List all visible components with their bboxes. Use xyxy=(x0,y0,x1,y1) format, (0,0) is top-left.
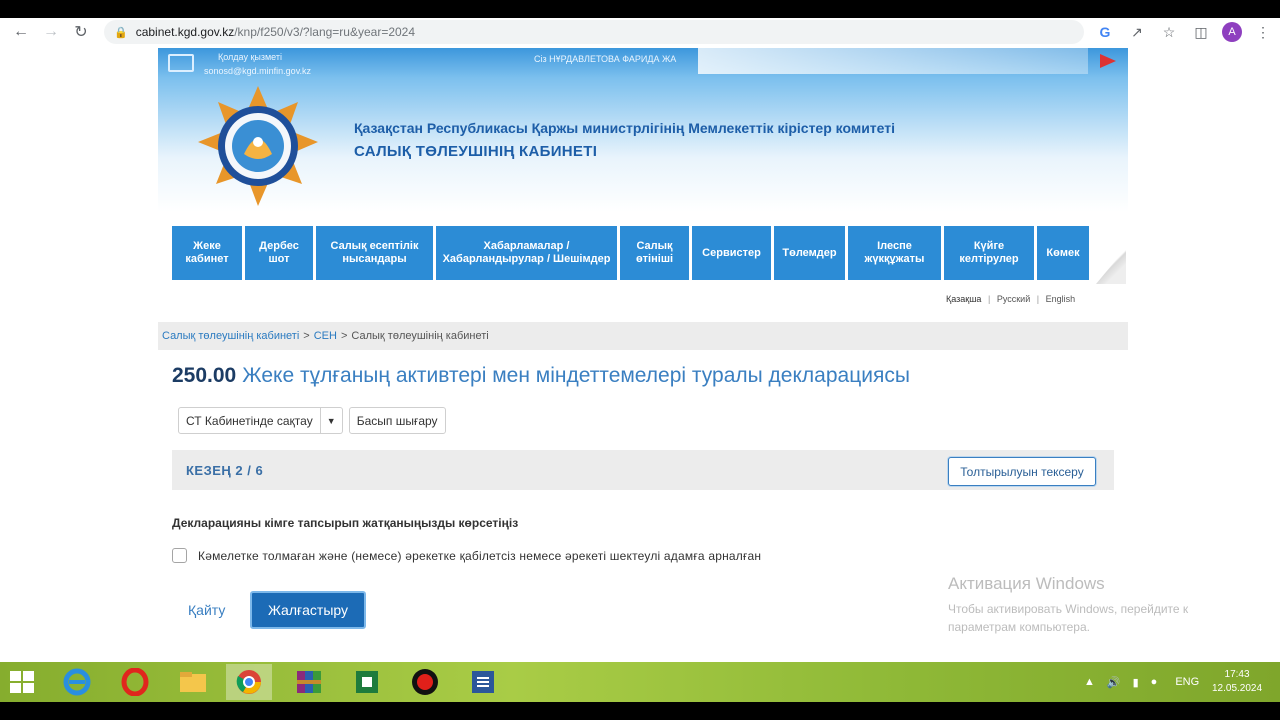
menu-item-services[interactable]: Сервистер xyxy=(692,226,771,280)
page-content: Қолдау қызметі sonosd@kgd.minfin.gov.kz … xyxy=(0,46,1280,662)
back-arrow-icon[interactable]: ← xyxy=(6,18,36,46)
tray-chevron-up-icon[interactable]: ▲ xyxy=(1084,676,1095,688)
winrar-icon[interactable] xyxy=(286,664,332,700)
support-title: Қолдау қызметі xyxy=(218,52,283,62)
menu-item-payments[interactable]: Төлемдер xyxy=(774,226,845,280)
watermark-line2: параметрам компьютера. xyxy=(948,620,1090,634)
lang-russian[interactable]: Русский xyxy=(997,294,1030,304)
form-actions: СТ Кабинетінде сақтау ▼ Басып шығару xyxy=(178,407,446,434)
back-link[interactable]: Қайту xyxy=(188,602,225,618)
menu-item-notifications[interactable]: Хабарламалар / Хабарландырулар / Шешімде… xyxy=(436,226,617,280)
screen-recorder-icon[interactable] xyxy=(402,664,448,700)
minor-checkbox[interactable] xyxy=(172,548,187,563)
menu-item-personal-account[interactable]: Дербес шот xyxy=(245,226,313,280)
breadcrumb-separator: > xyxy=(340,330,348,342)
page-title: 250.00 Жеке тұлғаның активтері мен міндет… xyxy=(172,364,910,388)
windows-taskbar: ▲ 🔊 ▮ ● ENG 17:43 12.05.2024 xyxy=(0,662,1280,702)
site-container: Қолдау қызметі sonosd@kgd.minfin.gov.kz … xyxy=(158,48,1128,662)
internet-explorer-icon[interactable] xyxy=(54,664,100,700)
clock-date: 12.05.2024 xyxy=(1212,683,1263,694)
continue-button[interactable]: Жалғастыру xyxy=(250,591,366,629)
committee-title: Қазақстан Республикасы Қаржы министрлігі… xyxy=(354,120,896,136)
word-icon[interactable] xyxy=(460,664,506,700)
support-info: Қолдау қызметі sonosd@kgd.minfin.gov.kz xyxy=(204,50,311,78)
url-host: cabinet.kgd.gov.kz xyxy=(135,25,235,39)
forward-arrow-icon[interactable]: → xyxy=(36,18,66,46)
share-icon[interactable]: ↗ xyxy=(1126,21,1148,43)
menu-item-tax-application[interactable]: Салық өтініші xyxy=(620,226,689,280)
reload-icon[interactable]: ↻ xyxy=(66,18,96,46)
watermark-title: Активация Windows xyxy=(948,574,1105,593)
windows-activation-watermark: Активация Windows Чтобы активировать Win… xyxy=(948,574,1188,636)
stage-bar: КЕЗЕҢ 2 / 6 Толтырылуын тексеру xyxy=(172,450,1114,490)
google-icon[interactable]: G xyxy=(1094,21,1116,43)
url-path: /knp/f250/v3/?lang=ru&year=2024 xyxy=(234,25,416,39)
save-button[interactable]: СТ Кабинетінде сақтау xyxy=(178,407,321,434)
taskbar-clock[interactable]: 17:43 12.05.2024 xyxy=(1212,668,1262,696)
windows-start-icon[interactable] xyxy=(10,671,34,693)
minor-checkbox-row: Кәмелетке толмаған және (немесе) әрекетк… xyxy=(172,548,761,563)
user-name: Сіз НҰРДАВЛЕТОВА ФАРИДА ЖА xyxy=(534,54,677,64)
menu-item-settings[interactable]: Күйге келтірулер xyxy=(944,226,1034,280)
recipient-question: Декларацияны кімге тапсырып жатқаныңызды… xyxy=(172,516,519,530)
top-letterbox xyxy=(0,0,1280,18)
address-bar[interactable]: 🔒 cabinet.kgd.gov.kz/knp/f250/v3/?lang=r… xyxy=(104,20,1084,44)
header-titles: Қазақстан Республикасы Қаржы министрлігі… xyxy=(354,120,895,160)
breadcrumb-sen[interactable]: СЕН xyxy=(314,330,337,342)
input-language[interactable]: ENG xyxy=(1175,676,1199,688)
opera-browser-icon[interactable] xyxy=(112,664,158,700)
site-header: Қолдау қызметі sonosd@kgd.minfin.gov.kz … xyxy=(158,48,1128,212)
breadcrumb-cabinet[interactable]: Салық төлеушінің кабинеті xyxy=(162,330,299,342)
mail-icon[interactable] xyxy=(168,54,194,72)
file-explorer-icon[interactable] xyxy=(170,664,216,700)
form-code: 250.00 xyxy=(172,364,237,387)
watermark-line1: Чтобы активировать Windows, перейдите к xyxy=(948,602,1189,616)
system-tray: ▲ 🔊 ▮ ● ENG xyxy=(1084,662,1199,702)
volume-icon[interactable]: 🔊 xyxy=(1107,676,1121,689)
support-email[interactable]: sonosd@kgd.minfin.gov.kz xyxy=(204,64,311,78)
stage-indicator: КЕЗЕҢ 2 / 6 xyxy=(186,463,264,478)
page-curl-decoration xyxy=(1096,248,1126,284)
menu-item-waybill[interactable]: Ілеспе жүкқұжаты xyxy=(848,226,941,280)
lock-icon: 🔒 xyxy=(114,26,128,39)
excel-icon[interactable] xyxy=(344,664,390,700)
menu-item-help[interactable]: Көмек xyxy=(1037,226,1089,280)
minor-checkbox-label[interactable]: Кәмелетке толмаған және (немесе) әрекетк… xyxy=(198,549,761,563)
header-top-row: Қолдау қызметі sonosd@kgd.minfin.gov.kz … xyxy=(158,48,1128,80)
network-signal-icon[interactable]: ▮ xyxy=(1133,676,1139,689)
bottom-letterbox xyxy=(0,702,1280,720)
print-button[interactable]: Басып шығару xyxy=(348,407,446,434)
exit-flag-icon[interactable] xyxy=(1100,54,1116,68)
location-pin-icon[interactable]: ● xyxy=(1151,676,1158,688)
menu-item-tax-forms[interactable]: Салық есептілік нысандары xyxy=(316,226,433,280)
lang-english[interactable]: English xyxy=(1046,294,1076,304)
breadcrumb: Салық төлеушінің кабинеті > СЕН > Салық … xyxy=(158,322,1128,350)
emblem-logo-icon xyxy=(198,86,318,206)
lang-separator: | xyxy=(987,294,991,304)
breadcrumb-separator: > xyxy=(303,330,310,342)
check-completion-button[interactable]: Толтырылуын тексеру xyxy=(948,457,1096,486)
menu-item-personal-cabinet[interactable]: Жеке кабинет xyxy=(172,226,242,280)
language-switcher: Қазақша | Русский | English xyxy=(944,294,1077,304)
save-dropdown-chevron-down-icon[interactable]: ▼ xyxy=(320,407,343,434)
cabinet-title: САЛЫҚ ТӨЛЕУШІНІҢ КАБИНЕТІ xyxy=(354,143,598,160)
blurred-region xyxy=(698,48,1088,74)
breadcrumb-current: Салық төлеушінің кабинеті xyxy=(351,330,489,342)
form-title: Жеке тұлғаның активтері мен міндеттемеле… xyxy=(242,364,910,387)
chrome-icon[interactable] xyxy=(226,664,272,700)
avatar[interactable]: A xyxy=(1222,22,1242,42)
clock-time: 17:43 xyxy=(1224,669,1250,680)
browser-toolbar: ← → ↻ 🔒 cabinet.kgd.gov.kz/knp/f250/v3/?… xyxy=(0,18,1280,46)
bookmark-star-icon[interactable]: ☆ xyxy=(1158,21,1180,43)
menu-kebab-icon[interactable]: ⋮ xyxy=(1252,21,1274,43)
main-menu: Жеке кабинет Дербес шот Салық есептілік … xyxy=(172,226,1089,280)
lang-kazakh[interactable]: Қазақша xyxy=(946,294,981,304)
lang-separator: | xyxy=(1036,294,1040,304)
sidepanel-icon[interactable]: ◫ xyxy=(1190,21,1212,43)
